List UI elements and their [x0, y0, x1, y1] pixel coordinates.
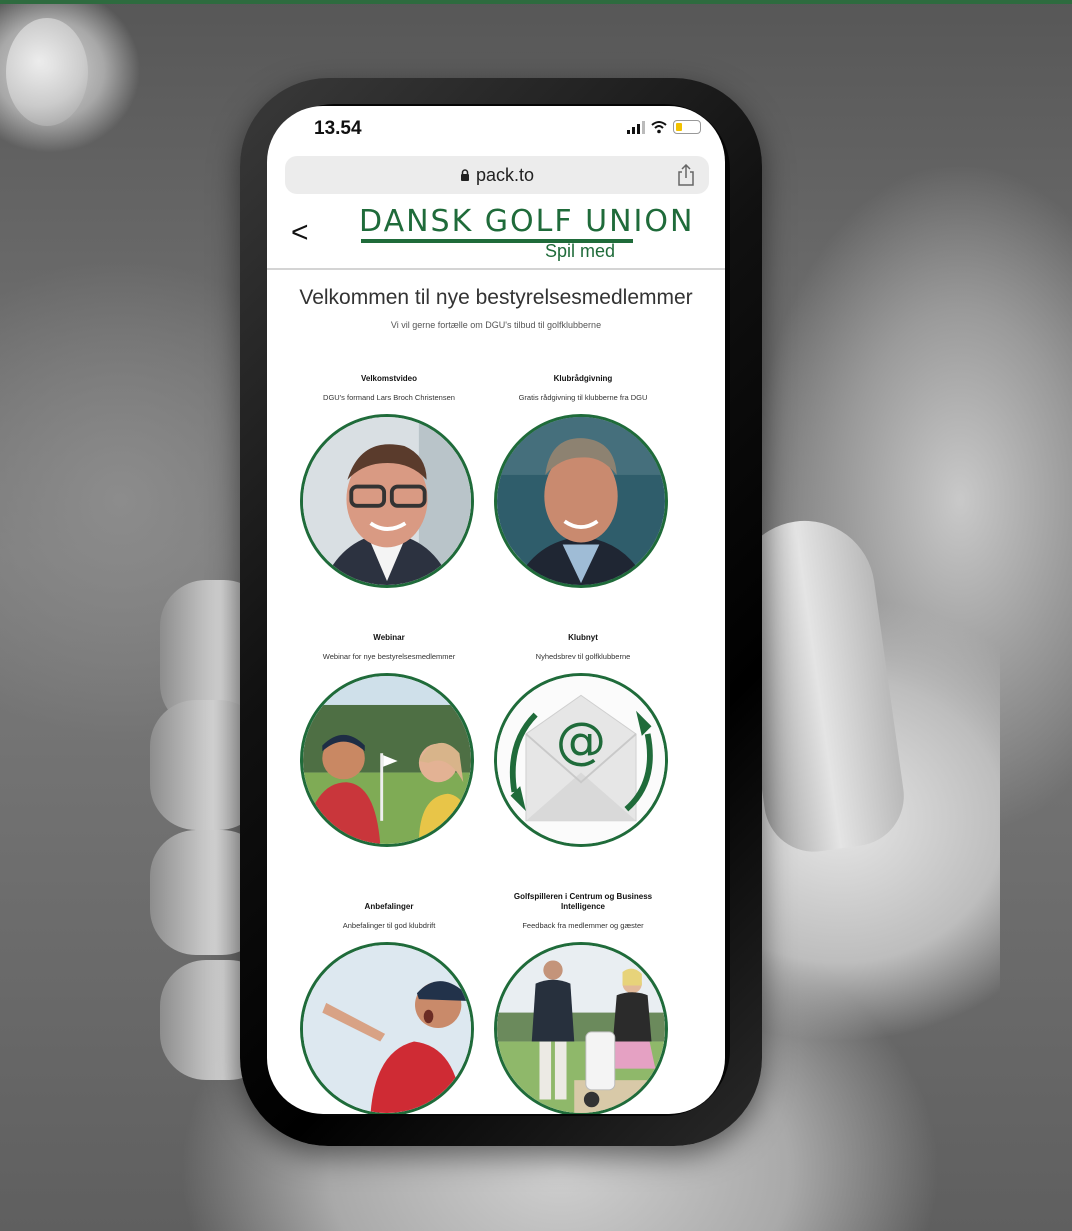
lock-icon	[460, 169, 469, 181]
golf-ball	[6, 18, 88, 126]
newsletter-image[interactable]: @	[494, 673, 668, 847]
card-velkomstvideo[interactable]: Velkomstvideo DGU's formand Lars Broch C…	[289, 374, 489, 402]
url-text: pack.to	[475, 164, 535, 185]
back-button[interactable]: <	[291, 216, 309, 250]
card-subtitle: Anbefalinger til god klubdrift	[342, 921, 436, 930]
card-title: Klubrådgivning	[553, 374, 613, 383]
card-title: Webinar	[373, 633, 405, 642]
portrait-image[interactable]	[494, 414, 668, 588]
card-klubraadgivning[interactable]: Klubrådgivning Gratis rådgivning til klu…	[483, 374, 683, 402]
portrait-image[interactable]	[300, 414, 474, 588]
wifi-icon	[651, 121, 667, 134]
card-golfspilleren-i-centrum[interactable]: Golfspilleren i Centrum og Business Inte…	[483, 892, 683, 930]
logo-text: DANSK GOLF UNION	[359, 204, 695, 239]
card-webinar[interactable]: Webinar Webinar for nye bestyrelsesmedle…	[289, 633, 489, 661]
status-icons	[627, 120, 701, 134]
card-subtitle: Gratis rådgivning til klubberne fra DGU	[518, 393, 648, 402]
logo-tagline: Spil med	[545, 241, 616, 261]
address-bar[interactable]: pack.to	[285, 156, 709, 194]
card-subtitle: Nyhedsbrev til golfklubberne	[535, 652, 631, 661]
card-title: Klubnyt	[568, 633, 598, 642]
share-icon[interactable]	[677, 164, 695, 186]
signal-icon	[627, 120, 645, 134]
card-title: Velkomstvideo	[360, 374, 418, 383]
phone-screen: 13.54 pack.to < DANSK GOLF UNION Spil me…	[267, 106, 725, 1114]
card-subtitle: DGU's formand Lars Broch Christensen	[323, 393, 455, 402]
svg-text:@: @	[556, 711, 606, 770]
status-time: 13.54	[314, 118, 362, 139]
card-title: Golfspilleren i Centrum og Business Inte…	[513, 892, 653, 911]
card-title: Anbefalinger	[364, 902, 414, 911]
page-title: Velkommen til nye bestyrelsesmedlemmer	[299, 286, 693, 309]
status-bar: 13.54	[267, 106, 725, 150]
card-klubnyt[interactable]: Klubnyt Nyhedsbrev til golfklubberne	[483, 633, 683, 661]
card-subtitle: Webinar for nye bestyrelsesmedlemmer	[322, 652, 456, 661]
battery-icon	[673, 120, 701, 134]
page-subtitle: Vi vil gerne fortælle om DGU's tilbud ti…	[390, 320, 602, 330]
golfers-course-image[interactable]	[494, 942, 668, 1114]
junior-golfer-image[interactable]	[300, 942, 474, 1114]
card-anbefalinger[interactable]: Anbefalinger Anbefalinger til god klubdr…	[289, 896, 489, 930]
card-subtitle: Feedback fra medlemmer og gæster	[522, 921, 644, 930]
site-header: < DANSK GOLF UNION Spil med	[267, 204, 725, 270]
kids-golf-image[interactable]	[300, 673, 474, 847]
